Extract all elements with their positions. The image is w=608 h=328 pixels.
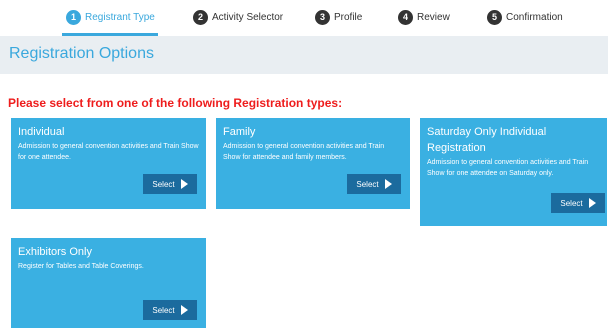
step-number: 1 [66,9,81,25]
card-description: Admission to general convention activiti… [223,143,385,161]
card-title: Saturday Only Individual Registration [427,126,547,154]
step-activity-selector[interactable]: 2 Activity Selector [193,9,283,25]
select-button-label: Select [152,179,175,189]
card-individual: Individual Admission to general conventi… [11,118,206,209]
step-label: Confirmation [506,11,563,23]
step-label: Activity Selector [212,11,284,23]
card-description: Admission to general convention activiti… [427,159,589,177]
card-title: Exhibitors Only [18,246,92,258]
progress-steps: 1 Registrant Type 2 Activity Selector 3 … [0,9,608,25]
select-button-label: Select [152,305,175,315]
step-registrant-type[interactable]: 1 Registrant Type [66,9,155,25]
card-saturday-only: Saturday Only Individual Registration Ad… [420,118,607,226]
card-description: Admission to general convention activiti… [18,143,199,161]
card-title: Individual [18,126,65,138]
step-review[interactable]: 4 Review [398,9,450,25]
step-number: 4 [398,9,413,25]
play-arrow-icon [180,179,188,189]
card-family: Family Admission to general convention a… [216,118,410,209]
step-label: Review [417,11,450,23]
step-label: Profile [334,11,363,23]
step-label: Registrant Type [85,11,155,23]
select-saturday-button[interactable]: Select [551,193,605,213]
selection-prompt: Please select from one of the following … [8,96,343,110]
play-arrow-icon [588,198,596,208]
step-number: 3 [315,9,330,25]
registration-options-header: Registration Options [0,36,608,74]
select-exhibitors-button[interactable]: Select [143,300,197,320]
select-button-label: Select [560,198,583,208]
step-number: 2 [193,9,208,25]
card-description: Register for Tables and Table Coverings. [18,263,144,270]
play-arrow-icon [180,305,188,315]
step-confirmation[interactable]: 5 Confirmation [487,9,563,25]
select-individual-button[interactable]: Select [143,174,197,194]
select-family-button[interactable]: Select [347,174,401,194]
select-button-label: Select [356,179,379,189]
page-title: Registration Options [9,45,154,62]
card-exhibitors-only: Exhibitors Only Register for Tables and … [11,238,206,328]
step-profile[interactable]: 3 Profile [315,9,362,25]
step-number: 5 [487,9,502,25]
play-arrow-icon [384,179,392,189]
card-title: Family [223,126,256,138]
